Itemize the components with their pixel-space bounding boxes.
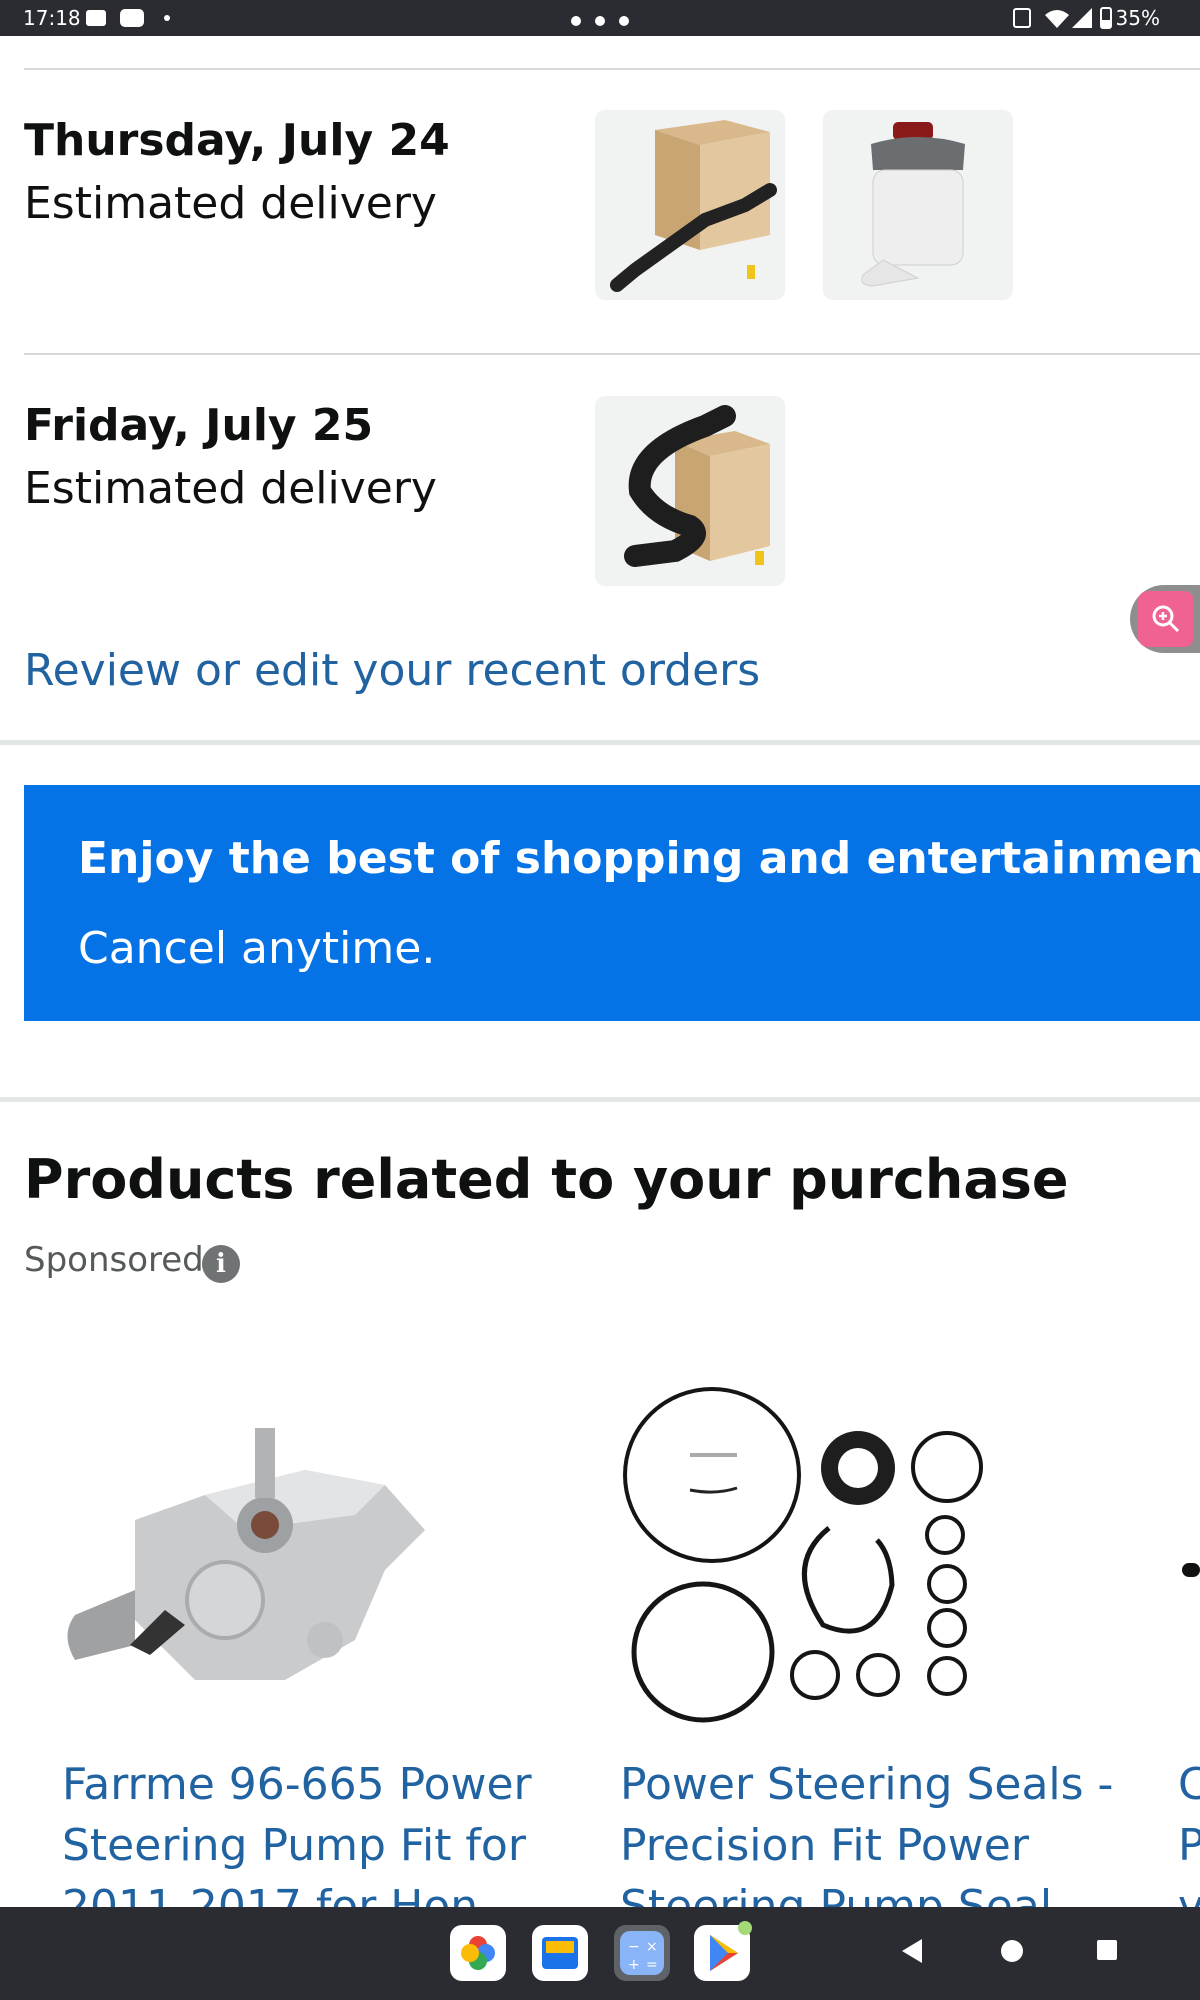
prime-banner[interactable]: Enjoy the best of shopping and entertain… (24, 785, 1200, 1021)
product-thumbnail[interactable] (595, 110, 785, 300)
zoom-in-icon (1138, 591, 1194, 647)
power-steering-pump-image (67, 1428, 425, 1680)
banner-headline: Enjoy the best of shopping and entertain… (78, 833, 1200, 884)
delivery-day: Friday, July 25 (24, 400, 374, 451)
status-time: 17:18 (23, 6, 81, 30)
product-title: C P v (1178, 1759, 1200, 1907)
vibrate-icon (1013, 8, 1031, 28)
hose-box-image (610, 120, 777, 292)
status-bar: 17:18 35% (0, 0, 1200, 36)
product-image-partial (1182, 1563, 1200, 1577)
battery-icon (1100, 7, 1112, 29)
product-title-link[interactable]: C P v (1178, 1754, 1200, 1907)
more-dots-icon (570, 12, 630, 26)
notification-icon (86, 10, 106, 26)
svg-text:=: = (646, 1957, 658, 1973)
reservoir-image (861, 122, 965, 287)
zoom-button[interactable] (1130, 585, 1200, 653)
google-photos-icon[interactable] (450, 1925, 506, 1981)
banner-subtext: Cancel anytime. (78, 923, 436, 974)
home-icon[interactable] (1001, 1940, 1023, 1962)
recents-icon[interactable] (1097, 1940, 1117, 1960)
sponsored-label: Sponsored (24, 1240, 204, 1280)
divider (24, 68, 1200, 70)
product-title-link[interactable]: Power Steering Seals - Precision Fit Pow… (620, 1754, 1120, 1907)
section-divider (0, 740, 1200, 745)
info-icon[interactable]: i (202, 1245, 240, 1283)
divider (24, 353, 1200, 355)
delivery-day: Thursday, July 24 (24, 115, 450, 166)
notification-dot-icon (738, 1921, 752, 1935)
wifi-icon (1044, 7, 1070, 33)
section-divider (0, 1097, 1200, 1102)
delivery-label: Estimated delivery (24, 178, 437, 229)
product-title: Farrme 96-665 Power Steering Pump Fit fo… (62, 1759, 532, 1907)
product-title-link[interactable]: Farrme 96-665 Power Steering Pump Fit fo… (62, 1754, 562, 1907)
product-title: Power Steering Seals - Precision Fit Pow… (620, 1759, 1114, 1907)
back-icon[interactable] (900, 1937, 924, 1969)
product-image[interactable] (1180, 1555, 1200, 1585)
review-orders-link[interactable]: Review or edit your recent orders (24, 645, 760, 696)
svg-text:×: × (646, 1939, 658, 1955)
product-image[interactable] (55, 1400, 435, 1700)
svg-text:−: − (628, 1939, 640, 1955)
calculator-icon[interactable]: − × + = (614, 1925, 670, 1981)
svg-text:+: + (628, 1957, 640, 1973)
youtube-icon (120, 9, 144, 27)
product-image[interactable] (615, 1380, 995, 1730)
dot-icon (164, 15, 170, 21)
product-thumbnail[interactable] (595, 396, 785, 586)
navigation-bar: − × + = (0, 1907, 1200, 2000)
battery-percent: 35% (1115, 6, 1160, 30)
delivery-label: Estimated delivery (24, 463, 437, 514)
product-thumbnail[interactable] (823, 110, 1013, 300)
slides-icon[interactable] (532, 1925, 588, 1981)
seal-kit-image (623, 1387, 983, 1723)
section-title: Products related to your purchase (24, 1148, 1069, 1211)
hose-box-image (624, 405, 770, 567)
signal-icon (1072, 8, 1094, 32)
